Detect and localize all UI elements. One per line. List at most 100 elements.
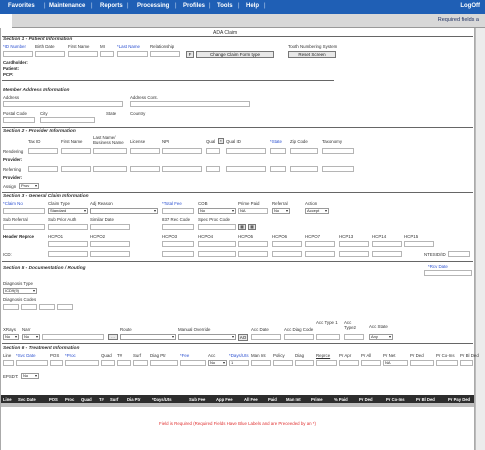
nav-tools[interactable]: Tools [217,3,233,9]
pos-input[interactable] [50,360,63,366]
assign-select[interactable]: Prov [19,183,39,189]
diagnosis-code-4[interactable] [57,304,73,310]
spec-proc-code-input[interactable] [198,224,236,230]
icd-input-1[interactable] [48,251,88,257]
sub-referral-input[interactable] [3,224,45,230]
referring-first-name-input[interactable] [61,166,91,172]
address-input[interactable] [3,101,123,107]
total-fee-input[interactable] [162,208,194,214]
hcp13-input[interactable] [339,241,369,247]
referring-last-name-input[interactable] [93,166,127,172]
qual-lookup-icon[interactable]: ▪ [218,138,224,144]
referring-qual-input[interactable] [206,166,220,172]
postal-code-input[interactable] [3,117,35,123]
last-name-input[interactable] [117,51,148,57]
hcpo3-input[interactable] [162,241,194,247]
hcpo4-input[interactable] [198,241,236,247]
pr-co-ins-input[interactable] [436,360,458,366]
tooth-number-input[interactable] [117,360,131,366]
route-select[interactable] [120,334,176,340]
hcpo7-input[interactable] [305,241,335,247]
referring-license-input[interactable] [130,166,160,172]
ao-button[interactable]: AO [238,334,248,341]
cob-select[interactable]: No [198,208,236,214]
pr-net-input[interactable]: NA [383,360,408,366]
nav-profiles[interactable]: Profiles [183,3,205,9]
hcpo2-input[interactable] [90,241,130,247]
hcp14-input[interactable] [372,241,402,247]
rendering-tax-id-input[interactable] [28,148,58,154]
reprice-input[interactable] [316,360,337,366]
fee-input[interactable] [180,360,206,366]
icd-input-2[interactable] [90,251,130,257]
diagnosis-code-3[interactable] [39,304,55,310]
days-uts-input[interactable]: 1 [229,360,249,366]
rendering-zip-input[interactable] [290,148,318,154]
icd-input-3[interactable] [162,251,194,257]
vertical-scrollbar[interactable] [475,28,485,450]
referring-npi-input[interactable] [162,166,202,172]
diag-input[interactable] [295,360,314,366]
rendering-qual-input[interactable] [206,148,220,154]
referral-select[interactable]: No [272,208,290,214]
epsdt-select[interactable]: No [21,373,39,379]
acc-type-1-input[interactable] [316,334,340,340]
policy-input[interactable] [273,360,293,366]
rcv-date-input[interactable] [424,270,472,276]
adj-reason-select[interactable] [90,208,158,214]
rendering-last-name-input[interactable] [93,148,127,154]
action-select[interactable]: Accept [305,208,329,214]
icd-input-4[interactable] [198,251,236,257]
birth-date-input[interactable] [35,51,65,57]
prime-paid-input[interactable]: NA [238,208,268,214]
hcpo1-input[interactable] [48,241,88,247]
claim-type-select[interactable]: Standard [48,208,88,214]
proc-input[interactable] [65,360,99,366]
pr-bl-ded-input[interactable] [460,360,473,366]
pr-apr-input[interactable] [339,360,359,366]
referring-tax-id-input[interactable] [28,166,58,172]
rec-code-837-input[interactable] [162,224,194,230]
sub-prior-auth-input[interactable] [48,224,88,230]
claim-no-input[interactable] [3,208,45,214]
rendering-state-input[interactable] [270,148,286,154]
quad-input[interactable] [101,360,115,366]
nav-favorites[interactable]: Favorites [8,3,35,9]
referring-qual-id-input[interactable] [226,166,266,172]
referring-taxonomy-input[interactable] [322,166,354,172]
icd-input-6[interactable] [272,251,302,257]
rendering-first-name-input[interactable] [61,148,91,154]
icd-input-5[interactable] [238,251,268,257]
icd-input-9[interactable] [372,251,402,257]
route-lookup-icon[interactable]: … [108,334,118,340]
similar-date-input[interactable] [90,224,130,230]
narr-select[interactable]: No [22,334,40,340]
rendering-license-input[interactable] [130,148,160,154]
diagnosis-code-1[interactable] [3,304,19,310]
man-int-input[interactable] [251,360,271,366]
rendering-npi-input[interactable] [162,148,202,154]
narr-input[interactable] [42,334,104,340]
reset-screen-button[interactable]: Reset Screen [288,51,336,58]
referring-zip-input[interactable] [290,166,318,172]
nav-reports[interactable]: Reports [100,3,123,9]
nav-processing[interactable]: Processing [137,3,169,9]
hcp15-input[interactable] [404,241,434,247]
hcpo5-input[interactable] [238,241,268,247]
address-cont-input[interactable] [130,101,250,107]
acc-state-select[interactable]: Any [369,334,393,340]
diagnosis-code-2[interactable] [21,304,37,310]
pr-ded-input[interactable] [410,360,434,366]
lookup-icon[interactable]: ▦ [248,224,256,230]
referring-state-input[interactable] [270,166,286,172]
acc-date-input[interactable] [251,334,281,340]
reprice-link[interactable]: Reprce [316,353,330,358]
mi-input[interactable] [100,51,114,57]
relationship-input[interactable] [150,51,180,57]
ntesid-input[interactable] [448,251,470,257]
nav-help[interactable]: Help [246,3,259,9]
acc-type-2-input[interactable] [344,334,364,340]
acc-select[interactable]: No [208,360,227,366]
svc-date-input[interactable] [16,360,48,366]
logoff-link[interactable]: LogOff [460,3,480,9]
